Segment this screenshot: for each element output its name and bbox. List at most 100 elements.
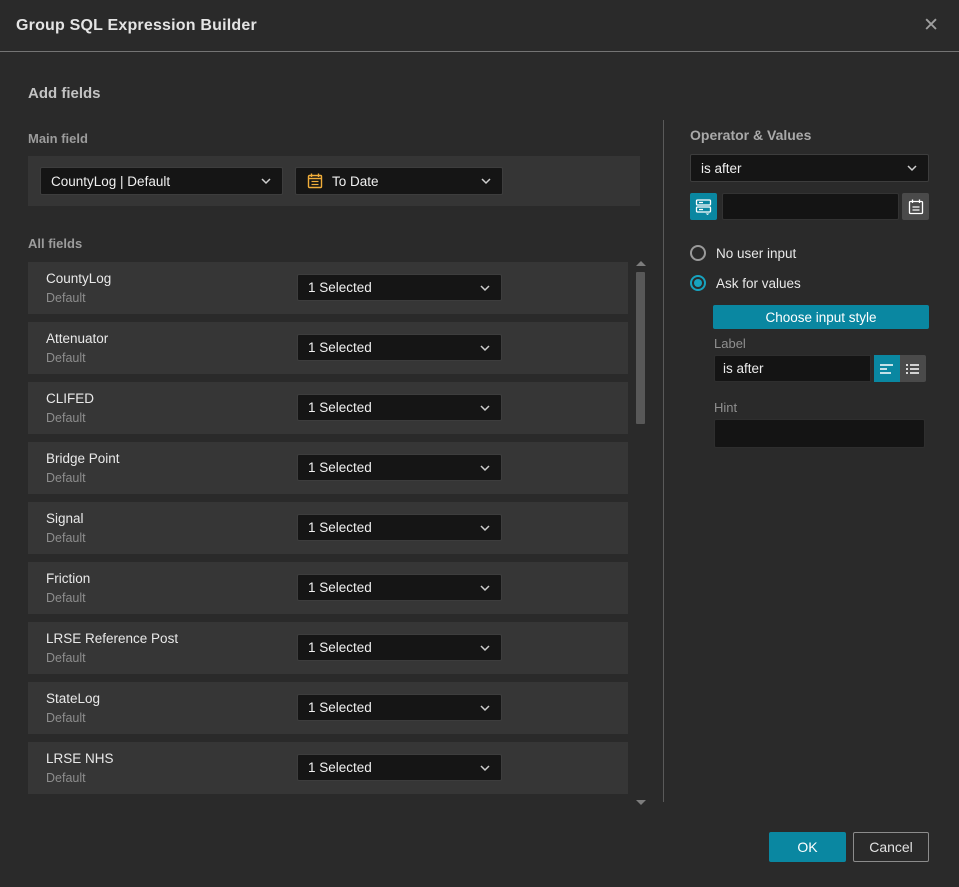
field-row: Signal Default 1 Selected (28, 502, 628, 554)
chevron-down-icon (480, 644, 490, 651)
align-left-icon (880, 363, 893, 374)
hint-input[interactable] (714, 419, 925, 448)
scrollbar-thumb[interactable] (636, 272, 645, 424)
field-sublabel: Default (46, 291, 86, 305)
field-values-select-value: 1 Selected (308, 520, 372, 535)
field-sublabel: Default (46, 531, 86, 545)
field-name: Signal (46, 511, 84, 526)
operator-select[interactable]: is after (690, 154, 929, 182)
ok-button[interactable]: OK (769, 832, 846, 862)
field-row: Bridge Point Default 1 Selected (28, 442, 628, 494)
field-values-select-value: 1 Selected (308, 460, 372, 475)
choose-input-style-button[interactable]: Choose input style (713, 305, 929, 329)
field-sublabel: Default (46, 771, 86, 785)
field-row: CLIFED Default 1 Selected (28, 382, 628, 434)
field-values-select[interactable]: 1 Selected (297, 574, 502, 601)
input-style-list-button[interactable] (900, 355, 926, 382)
field-values-select[interactable]: 1 Selected (297, 394, 502, 421)
label-input[interactable] (714, 355, 871, 382)
list-scrollbar[interactable] (633, 261, 649, 805)
panel-divider (663, 120, 664, 802)
field-values-select[interactable]: 1 Selected (297, 454, 502, 481)
field-name: CountyLog (46, 271, 112, 286)
field-values-select[interactable]: 1 Selected (297, 514, 502, 541)
field-values-select-value: 1 Selected (308, 760, 372, 775)
date-type-select[interactable]: To Date (295, 167, 503, 195)
scroll-down-icon[interactable] (636, 800, 646, 805)
field-values-select-value: 1 Selected (308, 340, 372, 355)
field-values-select[interactable]: 1 Selected (297, 634, 502, 661)
chevron-down-icon (480, 764, 490, 771)
radio-no-user-input-label: No user input (716, 245, 797, 261)
field-values-select[interactable]: 1 Selected (297, 274, 502, 301)
dialog-titlebar: Group SQL Expression Builder ✕ (0, 0, 959, 52)
field-name: Friction (46, 571, 91, 586)
dialog-title: Group SQL Expression Builder (16, 16, 257, 34)
main-field-panel: CountyLog | Default To Date (28, 156, 640, 206)
field-values-select[interactable]: 1 Selected (297, 694, 502, 721)
all-fields-heading: All fields (28, 236, 83, 251)
calendar-icon (908, 199, 923, 214)
stacked-values-button[interactable] (690, 193, 717, 220)
field-name: LRSE Reference Post (46, 631, 179, 646)
chevron-down-icon (480, 584, 490, 591)
field-sublabel: Default (46, 711, 86, 725)
field-row: LRSE NHS Default 1 Selected (28, 742, 628, 794)
chevron-down-icon (480, 464, 490, 471)
field-values-select-value: 1 Selected (308, 640, 372, 655)
field-sublabel: Default (46, 411, 86, 425)
value-input[interactable] (722, 193, 899, 220)
scroll-up-icon[interactable] (636, 261, 646, 266)
field-sublabel: Default (46, 471, 86, 485)
chevron-down-icon (261, 178, 271, 185)
chevron-down-icon (907, 165, 917, 172)
chevron-down-icon (480, 404, 490, 411)
field-values-select-value: 1 Selected (308, 280, 372, 295)
cancel-button[interactable]: Cancel (853, 832, 929, 862)
field-row: LRSE Reference Post Default 1 Selected (28, 622, 628, 674)
calendar-icon (307, 173, 323, 189)
group-sql-expression-builder-dialog: { "window": { "title": "Group SQL Expres… (0, 0, 959, 887)
radio-ask-for-values[interactable]: Ask for values (690, 275, 801, 291)
bullet-list-icon (906, 363, 919, 374)
input-style-text-button[interactable] (874, 355, 900, 382)
field-sublabel: Default (46, 351, 86, 365)
field-name: CLIFED (46, 391, 95, 406)
field-row: StateLog Default 1 Selected (28, 682, 628, 734)
all-fields-list: CountyLog Default 1 Selected Attenuator … (28, 262, 628, 802)
radio-no-user-input[interactable]: No user input (690, 245, 796, 261)
radio-checked-icon[interactable] (690, 275, 706, 291)
main-field-select[interactable]: CountyLog | Default (40, 167, 283, 195)
operator-select-value: is after (701, 160, 742, 176)
label-label: Label (714, 336, 746, 351)
field-name: Attenuator (46, 331, 109, 346)
field-name: LRSE NHS (46, 751, 114, 766)
field-row: Friction Default 1 Selected (28, 562, 628, 614)
chevron-down-icon (480, 284, 490, 291)
stacked-values-icon (695, 199, 712, 215)
field-sublabel: Default (46, 591, 86, 605)
field-values-select-value: 1 Selected (308, 400, 372, 415)
radio-ask-for-values-label: Ask for values (716, 275, 801, 291)
field-values-select-value: 1 Selected (308, 700, 372, 715)
date-type-select-value: To Date (332, 173, 379, 189)
field-values-select[interactable]: 1 Selected (297, 334, 502, 361)
field-values-select-value: 1 Selected (308, 580, 372, 595)
field-name: StateLog (46, 691, 101, 706)
chevron-down-icon (481, 178, 491, 185)
operator-values-heading: Operator & Values (690, 127, 812, 143)
field-row: CountyLog Default 1 Selected (28, 262, 628, 314)
hint-label: Hint (714, 400, 738, 415)
field-values-select[interactable]: 1 Selected (297, 754, 502, 781)
main-field-heading: Main field (28, 131, 88, 146)
chevron-down-icon (480, 524, 490, 531)
field-sublabel: Default (46, 651, 86, 665)
radio-unchecked-icon[interactable] (690, 245, 706, 261)
chevron-down-icon (480, 704, 490, 711)
main-field-select-value: CountyLog | Default (51, 173, 171, 189)
close-icon[interactable]: ✕ (919, 12, 943, 39)
value-calendar-button[interactable] (902, 193, 929, 220)
add-fields-heading: Add fields (28, 85, 101, 102)
field-name: Bridge Point (46, 451, 120, 466)
field-row: Attenuator Default 1 Selected (28, 322, 628, 374)
